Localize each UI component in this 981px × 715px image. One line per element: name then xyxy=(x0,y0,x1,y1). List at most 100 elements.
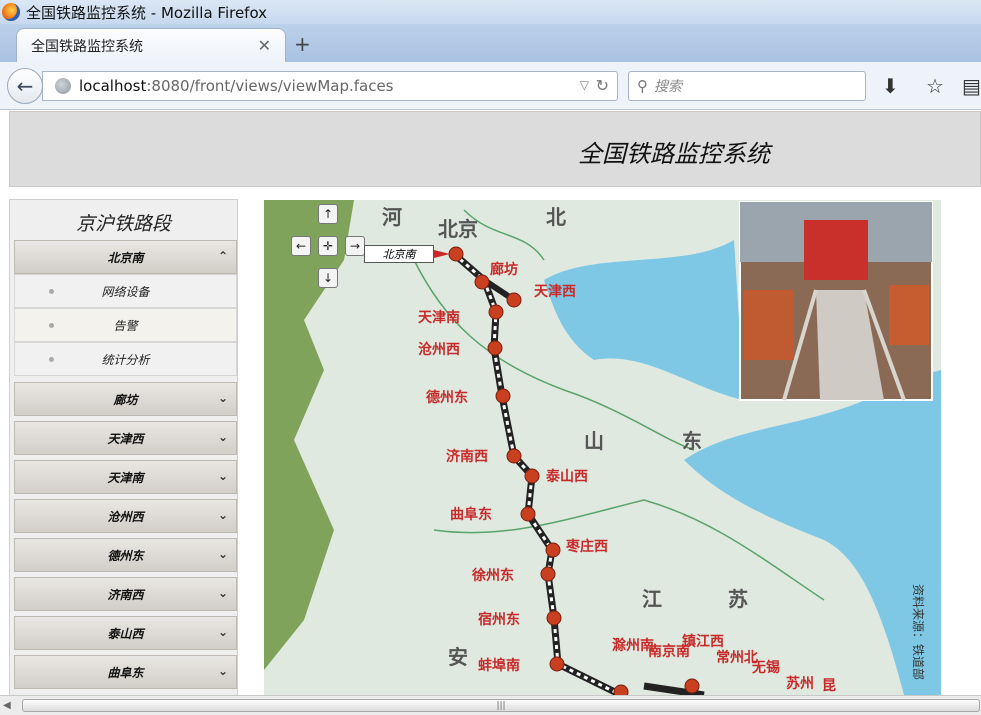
tab-active[interactable]: 全国铁路监控系统 ✕ xyxy=(16,28,286,62)
sidebar-item-label: 天津西 xyxy=(107,431,144,446)
map-station-label: 镇江西 xyxy=(682,633,724,650)
map-province-label: 北 xyxy=(546,205,566,229)
chevron-down-icon: ⌄ xyxy=(217,625,228,639)
navigation-bar: localhost:8080/front/views/viewMap.faces… xyxy=(0,62,981,110)
sidebar-subitem[interactable]: 统计分析 xyxy=(14,342,237,376)
sidebar-item-station[interactable]: 北京南 ⌃ xyxy=(14,240,237,274)
map-province-label: 东 xyxy=(682,429,702,453)
back-button[interactable]: ← xyxy=(7,68,43,104)
bookmark-star-icon[interactable]: ☆ xyxy=(926,74,944,98)
map-province-label: 北京 xyxy=(438,217,478,241)
chevron-down-icon: ⌄ xyxy=(217,586,228,600)
selected-station-label: 北京南 xyxy=(364,245,434,263)
url-host: localhost xyxy=(79,77,147,95)
chevron-down-icon: ⌄ xyxy=(217,430,228,444)
sidebar-item-station[interactable]: 沧州西 ⌄ xyxy=(14,499,237,533)
chevron-down-icon: ⌄ xyxy=(217,391,228,405)
tab-strip: 全国铁路监控系统 ✕ + xyxy=(0,24,981,62)
close-tab-icon[interactable]: ✕ xyxy=(258,36,271,55)
chevron-down-icon: ⌄ xyxy=(217,469,228,483)
firefox-logo-icon xyxy=(2,3,20,21)
map-station-label: 枣庄西 xyxy=(565,538,608,555)
map-station-label: 曲阜东 xyxy=(450,506,492,523)
map-station-label: 泰山西 xyxy=(545,468,588,485)
chevron-up-icon: ⌃ xyxy=(217,249,228,263)
sidebar-item-station[interactable]: 廊坊 ⌄ xyxy=(14,382,237,416)
map-station-label: 沧州西 xyxy=(418,341,460,358)
crosshair-icon: ✛ xyxy=(322,239,334,253)
horizontal-scrollbar[interactable]: ◀ ||| xyxy=(0,695,981,715)
sidebar-item-label: 天津南 xyxy=(107,470,144,485)
railway-photo xyxy=(739,201,933,401)
arrow-up-icon: ↑ xyxy=(322,207,334,221)
download-icon[interactable]: ⬇ xyxy=(882,74,899,98)
sidebar-subitem-label: 网络设备 xyxy=(101,284,150,299)
sidebar-item-label: 泰山西 xyxy=(107,626,144,641)
map-province-label: 河 xyxy=(382,205,402,229)
map-province-label: 安 xyxy=(448,645,468,669)
sidebar-item-label: 济南西 xyxy=(107,587,144,602)
sidebar-subitem[interactable]: 网络设备 xyxy=(14,274,237,308)
back-arrow-icon: ← xyxy=(16,74,34,98)
sidebar-item-station[interactable]: 济南西 ⌄ xyxy=(14,577,237,611)
page-title: 全国铁路监控系统 xyxy=(578,140,770,168)
window-titlebar: 全国铁路监控系统 - Mozilla Firefox xyxy=(0,0,981,24)
globe-icon xyxy=(55,78,71,94)
sidebar-subitem-label: 统计分析 xyxy=(101,352,150,367)
sidebar: 京沪铁路段 北京南 ⌃ 网络设备 告警 统计分析 廊坊 ⌄ 天津西 ⌄ 天津南 … xyxy=(9,199,238,699)
dropdown-arrow-icon[interactable]: ▽ xyxy=(580,78,589,92)
sidebar-item-label: 沧州西 xyxy=(107,509,144,524)
arrow-right-icon: → xyxy=(349,239,361,253)
pan-center-button[interactable]: ✛ xyxy=(318,236,338,256)
search-icon: ⚲ xyxy=(637,77,648,95)
scroll-left-icon[interactable]: ◀ xyxy=(3,700,11,711)
arrow-left-icon: ← xyxy=(295,239,307,253)
map-station-label: 德州东 xyxy=(426,389,468,406)
sidebar-subitem-label: 告警 xyxy=(113,318,138,333)
sidebar-item-label: 曲阜东 xyxy=(107,665,144,680)
window-title: 全国铁路监控系统 - Mozilla Firefox xyxy=(26,3,268,22)
bullet-icon xyxy=(49,357,54,362)
scrollbar-thumb[interactable]: ||| xyxy=(22,699,980,712)
map-station-label: 无锡 xyxy=(751,659,780,676)
bookmarks-menu-icon[interactable]: ▤ xyxy=(962,74,981,98)
map-station-label: 徐州东 xyxy=(471,567,514,584)
url-bar[interactable]: localhost:8080/front/views/viewMap.faces… xyxy=(42,71,618,101)
map-station-label: 苏州 xyxy=(786,675,814,692)
bullet-icon xyxy=(49,323,54,328)
map-station-label: 宿州东 xyxy=(478,611,520,628)
sidebar-subitem[interactable]: 告警 xyxy=(14,308,237,342)
sidebar-item-station[interactable]: 天津南 ⌄ xyxy=(14,460,237,494)
map-station-label: 济南西 xyxy=(446,448,488,465)
sidebar-item-station[interactable]: 泰山西 ⌄ xyxy=(14,616,237,650)
reload-icon[interactable]: ↻ xyxy=(596,76,609,95)
pan-down-button[interactable]: ↓ xyxy=(318,268,338,288)
page-header: 全国铁路监控系统 xyxy=(9,111,981,187)
sidebar-item-station[interactable]: 德州东 ⌄ xyxy=(14,538,237,572)
search-placeholder: 搜索 xyxy=(654,79,682,95)
pan-left-button[interactable]: ← xyxy=(291,236,311,256)
url-path: :8080/front/views/viewMap.faces xyxy=(146,77,394,95)
sidebar-title: 京沪铁路段 xyxy=(75,213,171,235)
new-tab-icon[interactable]: + xyxy=(294,32,311,56)
map-source-note: 资料来源：铁道部 xyxy=(911,584,926,680)
sidebar-item-label: 北京南 xyxy=(107,250,144,265)
pan-right-button[interactable]: → xyxy=(345,236,365,256)
sidebar-item-station[interactable]: 天津西 ⌄ xyxy=(14,421,237,455)
sidebar-item-label: 廊坊 xyxy=(113,392,138,407)
map-station-label: 蚌埠南 xyxy=(478,657,520,674)
chevron-down-icon: ⌄ xyxy=(217,508,228,522)
sidebar-item-station[interactable]: 曲阜东 ⌄ xyxy=(14,655,237,689)
map-station-label: 昆 xyxy=(822,678,836,694)
tab-label: 全国铁路监控系统 xyxy=(31,38,143,55)
map-province-label: 苏 xyxy=(728,587,748,611)
railway-map[interactable]: 河 北京 北 山 东 江 苏 安 廊坊 天津西 天津南 沧州西 德州东 济南西 … xyxy=(264,200,941,695)
map-station-label: 天津南 xyxy=(418,309,460,326)
bullet-icon xyxy=(49,289,54,294)
map-station-label: 廊坊 xyxy=(490,261,518,278)
map-province-label: 江 xyxy=(642,587,662,611)
map-province-label: 山 xyxy=(584,429,604,453)
chevron-down-icon: ⌄ xyxy=(217,547,228,561)
pan-up-button[interactable]: ↑ xyxy=(318,204,338,224)
search-input[interactable]: ⚲ 搜索 xyxy=(628,71,866,101)
